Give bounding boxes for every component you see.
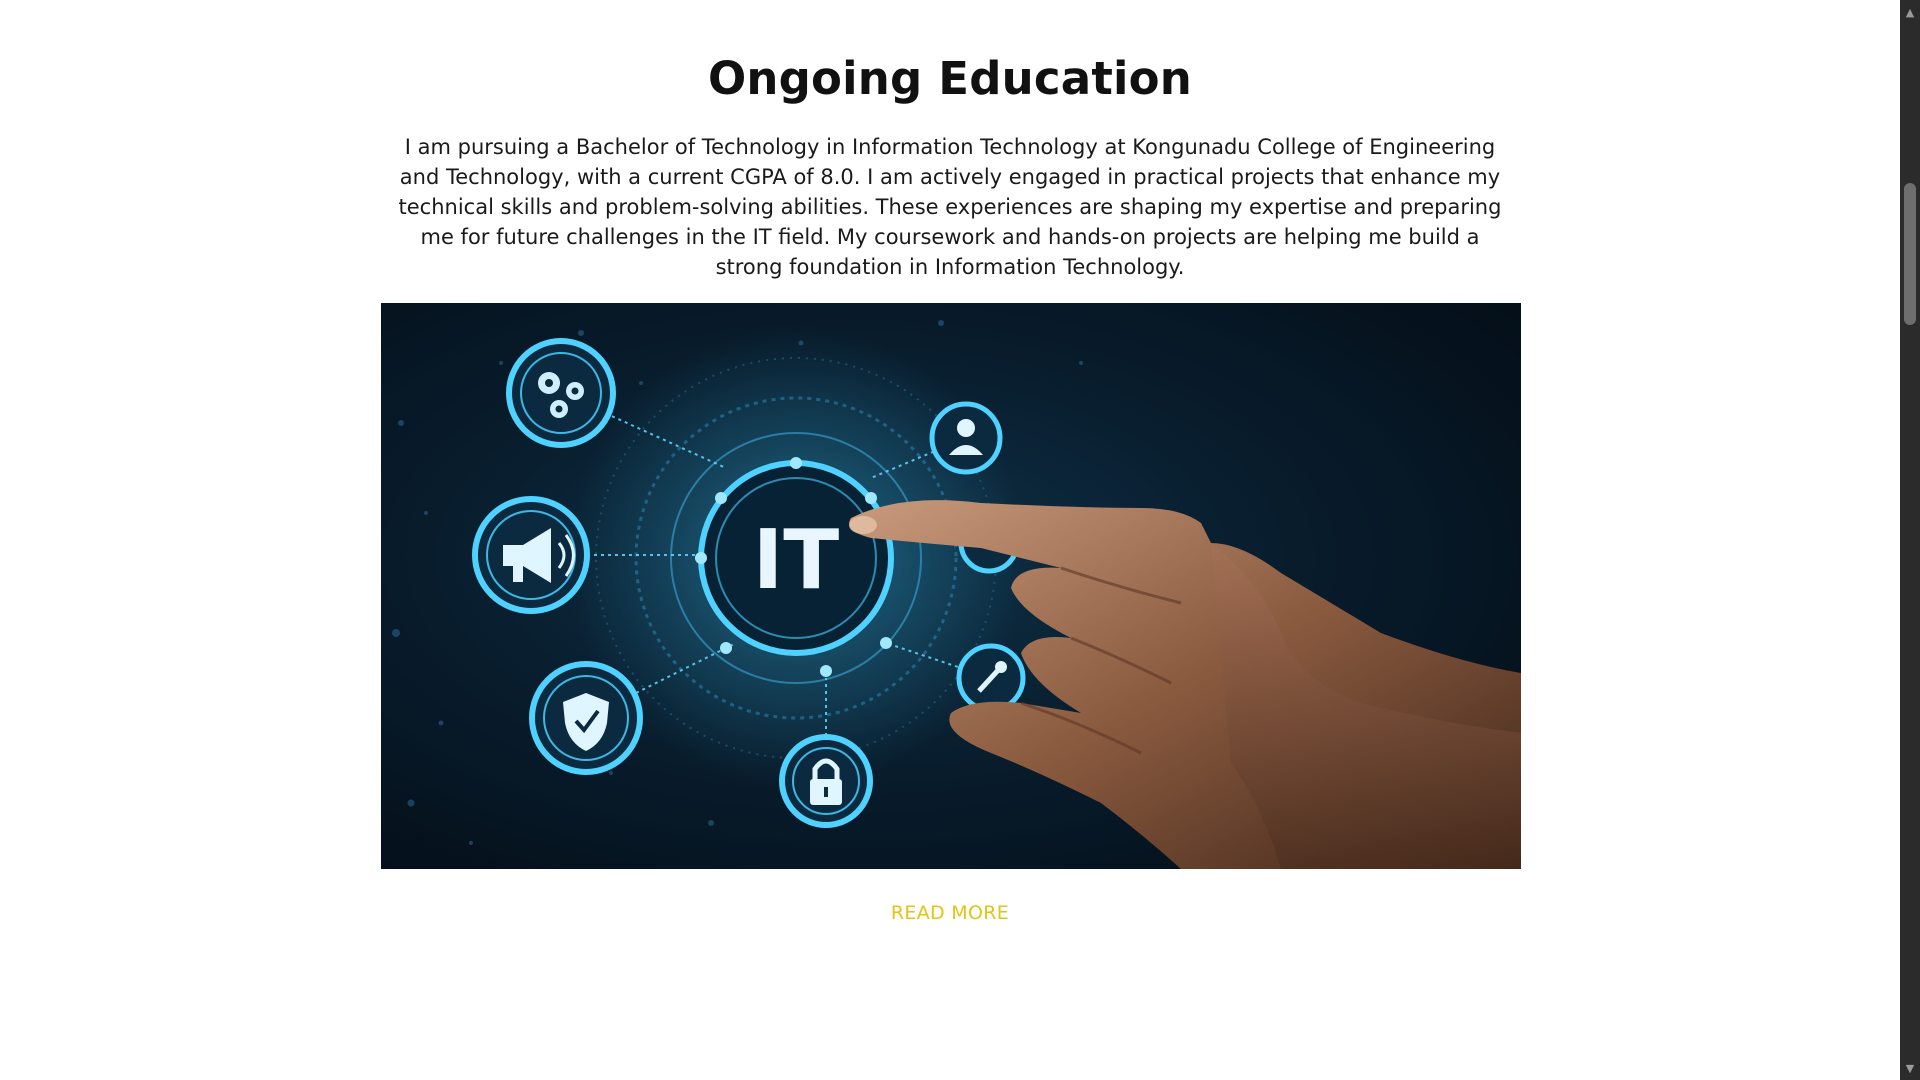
section-title: Ongoing Education xyxy=(707,52,1193,105)
scroll-up-arrow-icon[interactable]: ▲ xyxy=(1900,2,1920,22)
lock-icon xyxy=(779,734,873,828)
read-more-link[interactable]: READ MORE xyxy=(0,902,1900,924)
page: Ongoing Education I am pursuing a Bachel… xyxy=(0,0,1920,1080)
vertical-scrollbar[interactable]: ▲ ▼ xyxy=(1900,0,1920,1080)
scrollbar-thumb[interactable] xyxy=(1904,183,1916,325)
main-content: Ongoing Education I am pursuing a Bachel… xyxy=(0,0,1900,1080)
user-icon xyxy=(929,401,1003,475)
shield-check-icon xyxy=(529,661,643,775)
education-description: I am pursuing a Bachelor of Technology i… xyxy=(398,135,1502,279)
scroll-down-arrow-icon[interactable]: ▼ xyxy=(1900,1058,1920,1078)
it-hero-image: IT xyxy=(381,303,1521,869)
tools-icon xyxy=(956,643,1026,713)
it-center-text: IT xyxy=(753,513,840,608)
megaphone-icon xyxy=(472,496,590,614)
gears-icon xyxy=(506,338,616,448)
